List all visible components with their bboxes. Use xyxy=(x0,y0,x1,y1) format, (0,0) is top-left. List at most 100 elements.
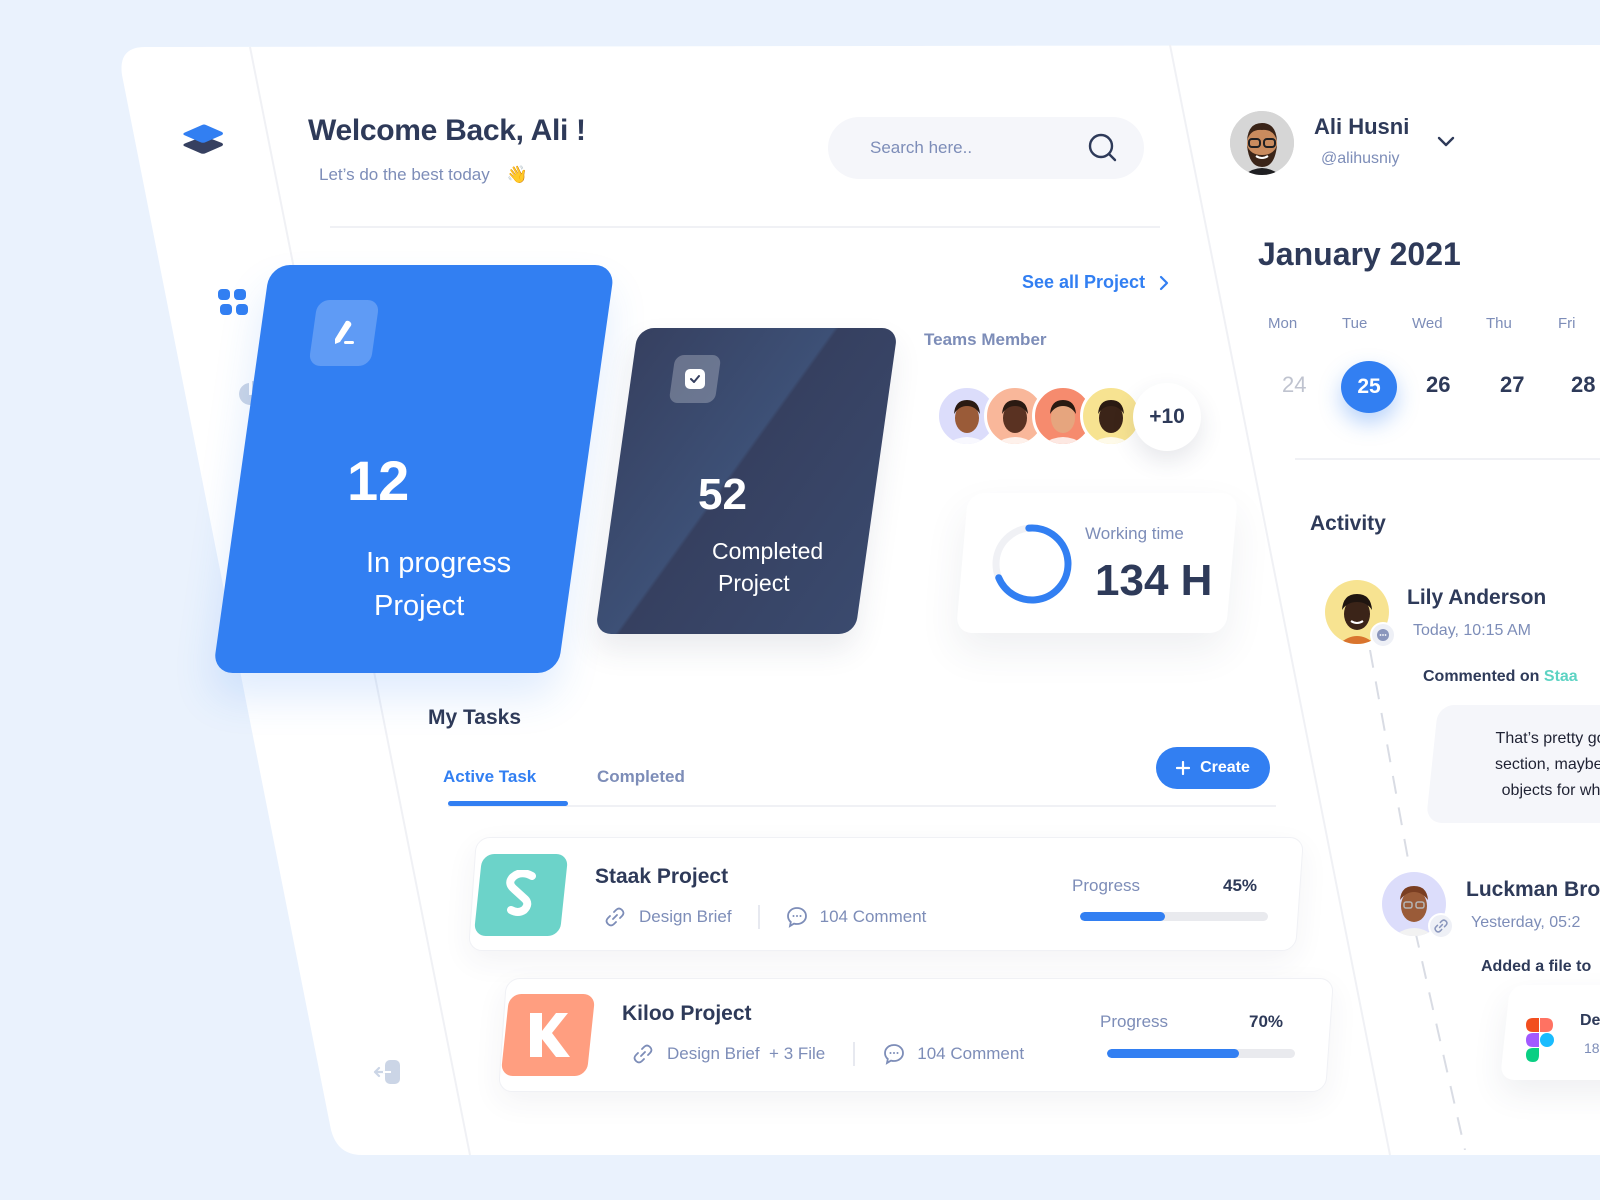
create-task-button[interactable]: Create xyxy=(1156,747,1270,789)
calendar-day[interactable]: 28 xyxy=(1571,372,1595,398)
comment-icon xyxy=(884,1044,905,1065)
file-name: De xyxy=(1580,1012,1600,1029)
completed-label-line2: Project xyxy=(718,570,790,596)
link-icon xyxy=(633,1044,653,1064)
working-time-ring xyxy=(992,524,1072,604)
weekday-label: Wed xyxy=(1412,315,1443,332)
in-progress-label-line1: In progress xyxy=(366,547,512,579)
page-title: Welcome Back, Ali ! xyxy=(308,114,586,147)
waving-hand-icon: 👋 xyxy=(506,165,528,184)
see-all-projects-link[interactable]: See all Project xyxy=(1022,272,1169,293)
comment-count[interactable]: 104 Comment xyxy=(917,1044,1024,1064)
attachment-label[interactable]: Design Brief + 3 File xyxy=(667,1044,825,1064)
weekday-label: Thu xyxy=(1486,315,1512,332)
in-progress-count: 12 xyxy=(347,449,410,512)
weekday-label: Tue xyxy=(1342,315,1368,332)
activity-user-name[interactable]: Lily Anderson xyxy=(1407,586,1546,610)
comment-line: That’s pretty goo xyxy=(1495,730,1600,747)
activity-time: Today, 10:15 AM xyxy=(1413,622,1531,639)
comment-icon xyxy=(786,907,807,928)
link-icon xyxy=(1434,919,1448,933)
in-progress-card-icon xyxy=(308,300,380,366)
completed-card-icon xyxy=(668,355,722,403)
task-card-kiloo[interactable] xyxy=(498,978,1334,1092)
progress-label: Progress xyxy=(1100,1012,1169,1031)
chevron-down-icon xyxy=(1437,136,1455,147)
activity-badge xyxy=(1428,913,1454,939)
tab-completed[interactable]: Completed xyxy=(597,767,685,787)
task-name[interactable]: Staak Project xyxy=(595,865,728,889)
attachment-label[interactable]: Design Brief xyxy=(639,907,732,927)
activity-action: Added a file to xyxy=(1481,958,1592,975)
weekday-label: Fri xyxy=(1558,315,1576,332)
search-bar[interactable] xyxy=(828,117,1144,179)
search-input[interactable] xyxy=(870,138,1070,158)
header-divider xyxy=(330,226,1160,228)
comment-line: section, maybe v xyxy=(1494,756,1600,773)
activity-badge xyxy=(1370,622,1396,648)
meta-separator xyxy=(853,1042,856,1066)
subtitle-text: Let’s do the best today xyxy=(319,165,490,184)
activity-target-link[interactable]: Staa xyxy=(1544,668,1578,685)
task-meta: Design Brief + 3 File 104 Comment xyxy=(633,1042,1024,1066)
task-name[interactable]: Kiloo Project xyxy=(622,1002,752,1026)
completed-label-line1: Completed xyxy=(712,538,824,564)
progress-track xyxy=(1107,1049,1295,1058)
chat-icon xyxy=(1377,629,1389,641)
activity-comment-text: That’s pretty goo section, maybe v objec… xyxy=(1460,726,1600,804)
profile-handle: @alihusniy xyxy=(1321,150,1400,167)
grid-icon xyxy=(218,289,248,315)
calendar-day[interactable]: 27 xyxy=(1500,372,1524,398)
sidebar-item-dashboard[interactable] xyxy=(217,287,249,319)
working-time-label: Working time xyxy=(1085,524,1184,543)
kiloo-logo xyxy=(500,994,596,1076)
profile-avatar[interactable] xyxy=(1230,111,1294,175)
task-meta: Design Brief 104 Comment xyxy=(605,905,926,929)
activity-time: Yesterday, 05:2 xyxy=(1471,914,1581,931)
logout-button[interactable] xyxy=(372,1056,404,1088)
profile-menu-toggle[interactable] xyxy=(1436,134,1456,150)
activity-title: Activity xyxy=(1310,512,1386,535)
activity-user-name[interactable]: Luckman Bro xyxy=(1466,878,1600,902)
tab-active-task[interactable]: Active Task xyxy=(443,767,536,787)
working-time-value: 134 H xyxy=(1095,556,1213,605)
search-icon[interactable] xyxy=(1088,133,1118,163)
calendar-divider xyxy=(1295,458,1600,460)
figma-icon xyxy=(1526,1018,1554,1062)
chevron-right-icon xyxy=(1159,275,1169,290)
app-logo[interactable] xyxy=(180,122,226,158)
calendar-day[interactable]: 24 xyxy=(1282,372,1306,398)
progress-track xyxy=(1080,912,1268,921)
logout-icon xyxy=(373,1060,400,1084)
create-label: Create xyxy=(1200,759,1250,776)
weekday-label: Mon xyxy=(1268,315,1298,332)
comment-count[interactable]: 104 Comment xyxy=(820,907,927,927)
teams-member-label: Teams Member xyxy=(924,330,1047,349)
file-size: 18 xyxy=(1584,1040,1600,1056)
progress-fill xyxy=(1080,912,1165,921)
progress-fill xyxy=(1107,1049,1239,1058)
more-members-badge[interactable]: +10 xyxy=(1133,383,1201,451)
bearded-man-avatar-icon xyxy=(1230,111,1294,175)
profile-name: Ali Husni xyxy=(1314,114,1410,139)
calendar-day[interactable]: 26 xyxy=(1426,372,1450,398)
kiloo-k-icon xyxy=(530,1013,570,1057)
my-tasks-title: My Tasks xyxy=(428,706,521,729)
meta-separator xyxy=(757,905,760,929)
active-tab-indicator xyxy=(448,801,568,806)
task-card-staak[interactable] xyxy=(468,837,1304,951)
link-icon xyxy=(605,907,625,927)
calendar-day-selected[interactable]: 25 xyxy=(1341,361,1397,413)
activity-action-text: Commented on xyxy=(1423,668,1544,685)
see-all-label: See all Project xyxy=(1022,272,1146,292)
progress-percent: 45% xyxy=(1223,876,1258,895)
progress-label: Progress xyxy=(1072,876,1141,895)
comment-line: objects for whit xyxy=(1501,782,1600,799)
layers-logo-icon xyxy=(183,124,223,154)
calendar-month: January 2021 xyxy=(1258,236,1461,272)
person-avatar-icon xyxy=(1091,400,1131,444)
pencil-icon xyxy=(335,320,354,344)
staak-s-icon xyxy=(506,870,536,916)
tabs-track xyxy=(448,805,1276,807)
activity-action: Commented on Staa xyxy=(1423,668,1578,686)
